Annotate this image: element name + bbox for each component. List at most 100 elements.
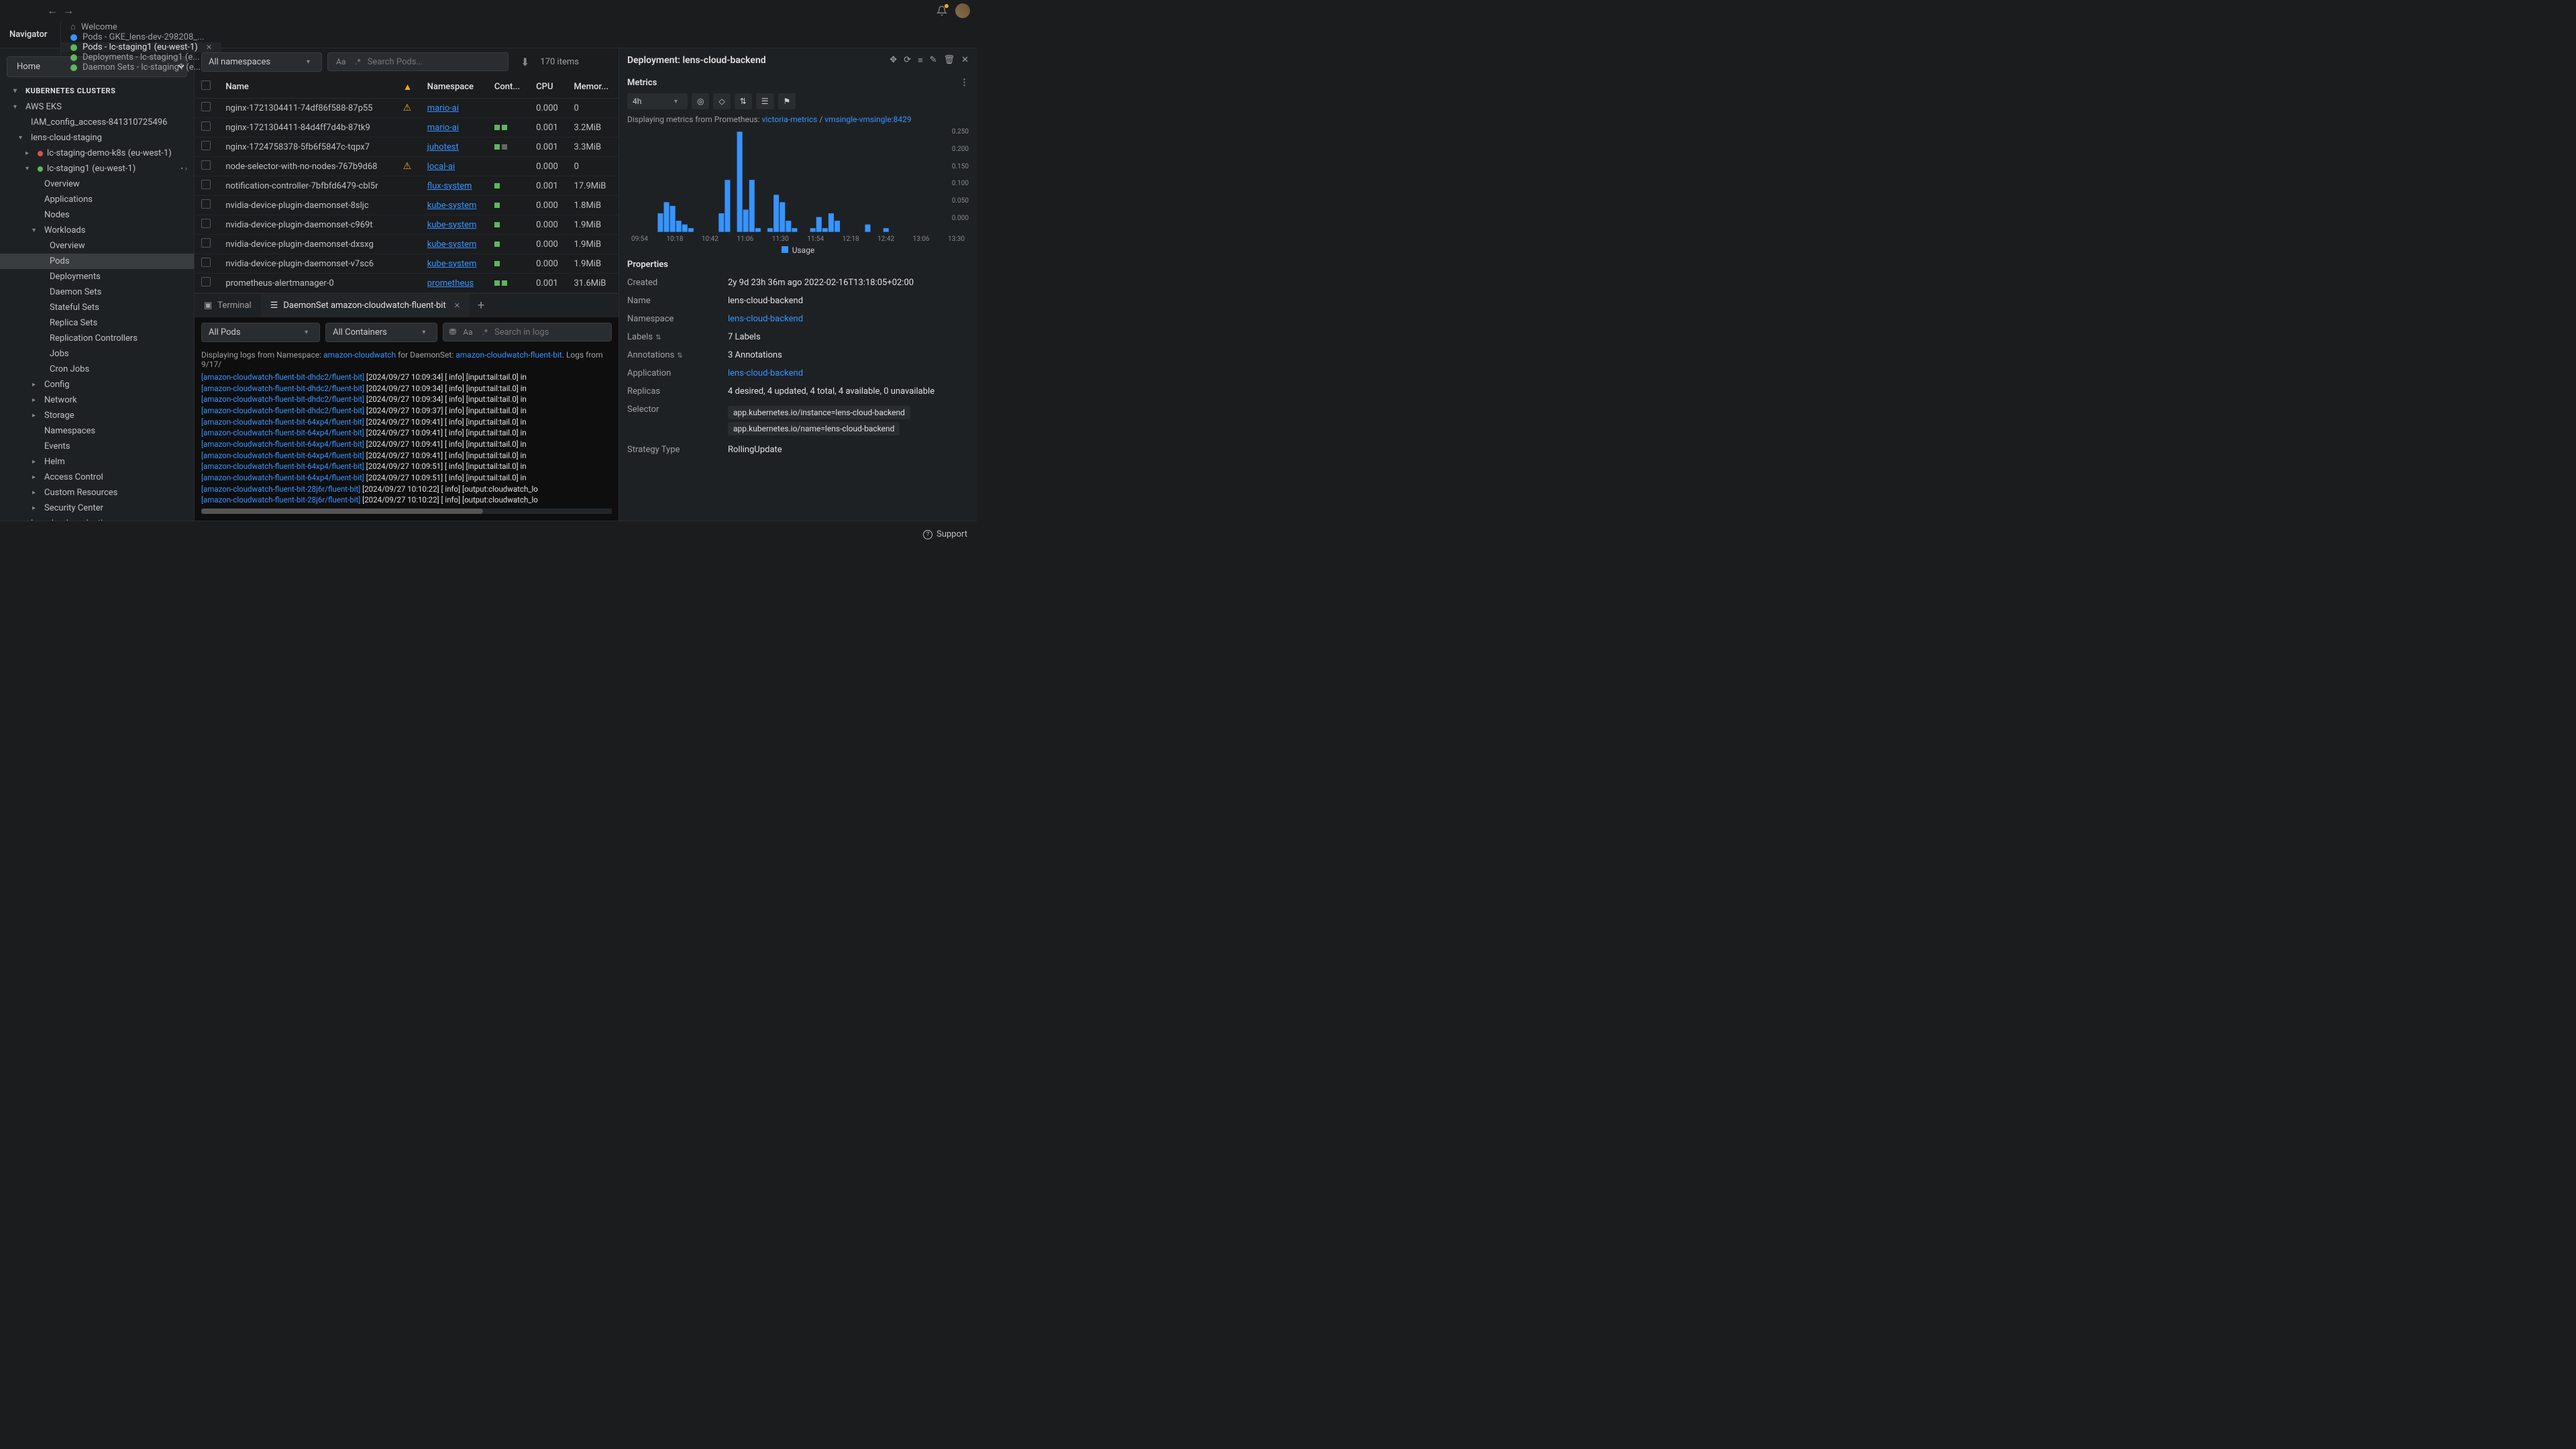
namespace-link[interactable]: mario-ai [427, 123, 459, 133]
logs-ns-link[interactable]: amazon-cloudwatch [323, 350, 396, 360]
sidebar-item[interactable]: IAM_config_access-841310725496 [0, 115, 194, 130]
sidebar-item[interactable]: Deployments [0, 269, 194, 284]
sidebar-item[interactable]: Namespaces [0, 423, 194, 439]
sidebar-item[interactable]: Daemon Sets [0, 284, 194, 300]
tab[interactable]: Pods - GKE_lens-dev-298208_... [60, 32, 221, 42]
table-row[interactable]: nginx-1721304411-84d4ff7d4b-87tk9mario-a… [195, 118, 619, 138]
search-pods[interactable]: Aa .* [327, 52, 508, 71]
row-checkbox[interactable] [201, 141, 211, 150]
tab[interactable]: ⌂Welcome [60, 21, 221, 32]
namespace-link[interactable]: mario-ai [427, 103, 459, 113]
tab-close-icon[interactable]: ✕ [454, 301, 460, 310]
sidebar-item[interactable]: ▸Network [0, 392, 194, 408]
prom-link-2[interactable]: vmsingle-vmsingle:8429 [824, 115, 911, 124]
property-link[interactable]: lens-cloud-backend [728, 314, 803, 324]
sidebar-item[interactable]: ▸Access Control [0, 470, 194, 485]
sidebar-item[interactable]: Cron Jobs [0, 362, 194, 377]
column-header[interactable]: Namespace [421, 75, 488, 99]
bottom-tab[interactable]: ☰DaemonSet amazon-cloudwatch-fluent-bit✕ [261, 294, 470, 317]
table-row[interactable]: nvidia-device-plugin-daemonset-8sljckube… [195, 196, 619, 215]
sidebar-item[interactable]: Replica Sets [0, 315, 194, 331]
table-row[interactable]: nginx-1724758378-5fb6f5847c-tqpx7juhotes… [195, 138, 619, 157]
move-icon[interactable]: ✥ [890, 55, 897, 66]
notifications-icon[interactable] [936, 5, 947, 16]
tab[interactable]: Daemon Sets - lc-staging1 (e... [60, 62, 221, 72]
logs-search-input[interactable] [494, 327, 606, 337]
namespace-link[interactable]: kube-system [427, 201, 477, 211]
namespace-link[interactable]: prometheus [427, 278, 474, 288]
sort-icon[interactable]: ⇅ [735, 93, 752, 109]
row-checkbox[interactable] [201, 238, 211, 248]
expand-icon[interactable]: ⇅ [655, 334, 661, 341]
flag-icon[interactable]: ⚑ [778, 93, 796, 109]
namespace-link[interactable]: local-ai [427, 162, 455, 172]
namespace-link[interactable]: kube-system [427, 220, 477, 230]
column-header[interactable]: CPU [529, 75, 567, 99]
namespace-link[interactable]: kube-system [427, 259, 477, 269]
sidebar-item[interactable]: Applications [0, 192, 194, 207]
namespace-link[interactable]: flux-system [427, 181, 472, 191]
column-header[interactable] [195, 75, 219, 99]
property-link[interactable]: lens-cloud-backend [728, 368, 803, 378]
containers-filter-select[interactable]: All Containers▾ [325, 323, 437, 342]
filter-icon[interactable]: ⛃ [449, 327, 456, 337]
support-icon[interactable]: ? [923, 530, 932, 539]
download-icon[interactable]: ⬇ [521, 56, 529, 68]
logs-search[interactable]: ⛃ Aa .* [443, 323, 612, 341]
sidebar-item[interactable]: Events [0, 439, 194, 454]
tab[interactable]: Deployments - lc-staging1 (e... [60, 52, 221, 62]
row-checkbox[interactable] [201, 180, 211, 189]
namespace-link[interactable]: kube-system [427, 239, 477, 250]
row-checkbox[interactable] [201, 160, 211, 170]
sidebar-item[interactable]: ▾AWS EKS [0, 99, 194, 115]
close-icon[interactable]: ✕ [961, 55, 969, 66]
search-input[interactable] [368, 57, 502, 67]
user-avatar[interactable] [955, 3, 970, 18]
sidebar-item[interactable]: ▾Workloads [0, 223, 194, 238]
expand-icon[interactable]: ⇅ [677, 352, 682, 360]
row-checkbox[interactable] [201, 277, 211, 286]
column-header[interactable]: Cont... [488, 75, 529, 99]
column-header[interactable]: Memor... [567, 75, 619, 99]
sidebar-item[interactable]: Overview [0, 238, 194, 254]
logs-regex-icon[interactable]: .* [480, 326, 490, 338]
tag-icon[interactable]: ◇ [713, 93, 730, 109]
support-link[interactable]: Support [936, 529, 967, 539]
bottom-tab[interactable]: ▣Terminal [195, 294, 261, 317]
table-row[interactable]: nvidia-device-plugin-daemonset-c969tkube… [195, 215, 619, 235]
logs-scrollbar[interactable] [201, 508, 612, 514]
table-row[interactable]: nvidia-device-plugin-daemonset-dxsxgkube… [195, 235, 619, 254]
regex-icon[interactable]: .* [352, 56, 363, 68]
rows-icon[interactable]: ☰ [756, 93, 774, 109]
logs-ds-link[interactable]: amazon-cloudwatch-fluent-bit [455, 350, 562, 360]
table-row[interactable]: nvidia-device-plugin-daemonset-v7sc6kube… [195, 254, 619, 274]
sidebar-item[interactable]: ▸Storage [0, 408, 194, 423]
sidebar-item[interactable]: ▾lc-staging1 (eu-west-1)• › [0, 161, 194, 176]
case-sensitive-icon[interactable]: Aa [333, 56, 348, 68]
sidebar-item[interactable]: Nodes [0, 207, 194, 223]
row-checkbox[interactable] [201, 219, 211, 228]
column-header[interactable]: ▲ [396, 75, 421, 99]
table-row[interactable]: node-selector-with-no-nodes-767b9d68⚠loc… [195, 157, 619, 176]
sidebar-item[interactable]: Stateful Sets [0, 300, 194, 315]
navigator-tab[interactable]: Navigator [0, 21, 60, 48]
more-icon[interactable]: ⋮ [960, 78, 969, 88]
sidebar-item[interactable]: ▸Custom Resources [0, 485, 194, 500]
namespace-link[interactable]: juhotest [427, 142, 459, 152]
nav-back-icon[interactable]: ← [47, 4, 58, 17]
sidebar-item[interactable]: ▸Helm [0, 454, 194, 470]
tab[interactable]: Pods - lc-staging1 (eu-west-1)✕ [60, 42, 221, 52]
edit-icon[interactable]: ✎ [930, 55, 937, 66]
column-header[interactable]: Name [219, 75, 396, 99]
target-icon[interactable]: ◎ [692, 93, 709, 109]
sidebar-item[interactable]: Jobs [0, 346, 194, 362]
prom-link-1[interactable]: victoria-metrics [762, 115, 818, 124]
refresh-icon[interactable]: ⟳ [904, 55, 911, 66]
row-checkbox[interactable] [201, 199, 211, 209]
sidebar-item[interactable]: Pods [0, 254, 194, 269]
tab-close-icon[interactable]: ✕ [206, 43, 212, 52]
sidebar-item[interactable]: ▸Config [0, 377, 194, 392]
table-row[interactable]: nginx-1721304411-74df86f588-87p55⚠mario-… [195, 99, 619, 118]
table-row[interactable]: prometheus-alertmanager-0prometheus0.001… [195, 274, 619, 293]
nav-forward-icon[interactable]: → [63, 4, 74, 17]
